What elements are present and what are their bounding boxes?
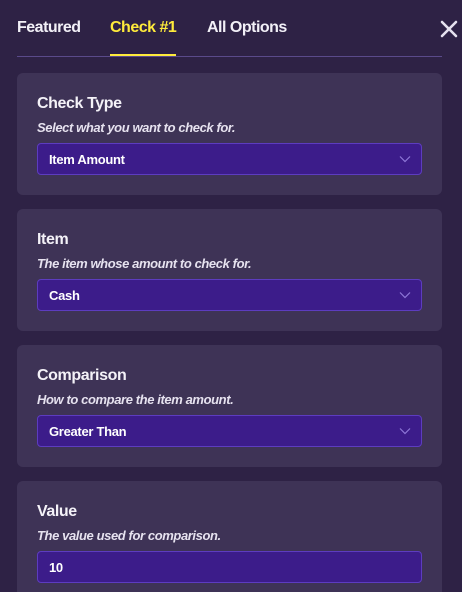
item-card: Item The item whose amount to check for.… — [17, 209, 442, 331]
value-title: Value — [37, 503, 77, 520]
tab-featured[interactable]: Featured — [17, 19, 81, 37]
chevron-down-icon — [399, 428, 411, 435]
tab-bar: Featured Check #1 All Options — [0, 0, 462, 58]
value-input[interactable]: 10 — [37, 551, 422, 583]
comparison-dropdown[interactable]: Greater Than — [37, 415, 422, 447]
comparison-value: Greater Than — [49, 424, 127, 439]
item-description: The item whose amount to check for. — [37, 256, 252, 271]
value-card: Value The value used for comparison. 10 — [17, 481, 442, 592]
close-button[interactable] — [438, 18, 460, 40]
tab-check-1[interactable]: Check #1 — [110, 19, 177, 37]
value-input-text: 10 — [49, 560, 63, 575]
tab-all-options[interactable]: All Options — [207, 19, 287, 37]
check-type-description: Select what you want to check for. — [37, 120, 236, 135]
close-icon — [440, 20, 458, 38]
comparison-card: Comparison How to compare the item amoun… — [17, 345, 442, 467]
value-description: The value used for comparison. — [37, 528, 221, 543]
tab-divider — [17, 56, 442, 57]
comparison-title: Comparison — [37, 367, 127, 384]
item-title: Item — [37, 231, 69, 248]
chevron-down-icon — [399, 156, 411, 163]
item-value: Cash — [49, 288, 80, 303]
chevron-down-icon — [399, 292, 411, 299]
check-type-card: Check Type Select what you want to check… — [17, 73, 442, 195]
check-type-value: Item Amount — [49, 152, 125, 167]
item-dropdown[interactable]: Cash — [37, 279, 422, 311]
check-type-dropdown[interactable]: Item Amount — [37, 143, 422, 175]
comparison-description: How to compare the item amount. — [37, 392, 234, 407]
check-type-title: Check Type — [37, 95, 122, 112]
